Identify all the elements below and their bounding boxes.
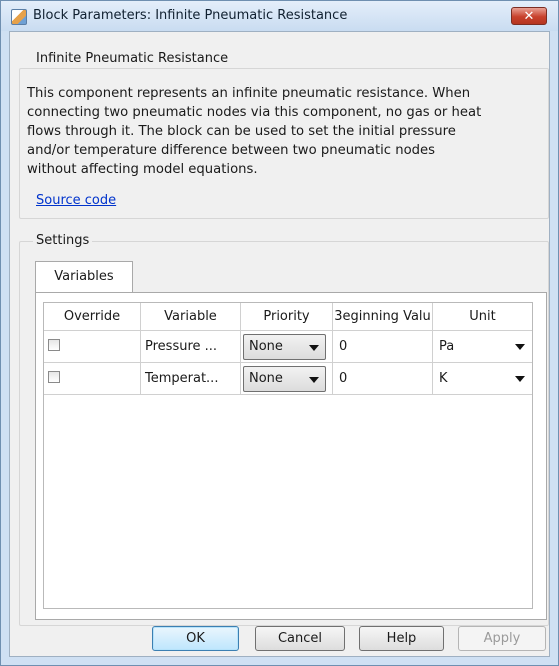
- chevron-down-icon: [515, 344, 525, 350]
- chevron-down-icon: [309, 377, 319, 383]
- close-icon: ✕: [523, 9, 535, 24]
- priority-value: None: [249, 371, 283, 386]
- unit-cell: K: [433, 363, 532, 395]
- unit-dropdown[interactable]: K: [433, 363, 532, 394]
- block-description: This component represents an infinite pn…: [27, 86, 482, 177]
- unit-value: K: [439, 371, 448, 386]
- variable-cell: Pressure ...: [141, 331, 241, 363]
- variables-table: Override Variable Priority 3eginning Val…: [43, 302, 533, 609]
- unit-dropdown[interactable]: Pa: [433, 331, 532, 362]
- cancel-button[interactable]: Cancel: [255, 626, 345, 651]
- priority-value: None: [249, 339, 283, 354]
- chevron-down-icon: [309, 345, 319, 351]
- description-group-title: Infinite Pneumatic Resistance: [33, 51, 232, 66]
- title-bar[interactable]: Block Parameters: Infinite Pneumatic Res…: [1, 1, 558, 31]
- column-header-beginning-value[interactable]: 3eginning Valu: [333, 303, 433, 331]
- table-row-override-cell: [44, 363, 141, 395]
- help-button[interactable]: Help: [359, 626, 444, 651]
- priority-cell: None: [241, 363, 333, 395]
- tab-variables[interactable]: Variables: [35, 261, 133, 293]
- settings-group-title: Settings: [33, 233, 93, 248]
- table-row-override-cell: [44, 331, 141, 363]
- priority-dropdown[interactable]: None: [243, 366, 326, 392]
- override-checkbox[interactable]: [48, 339, 60, 351]
- priority-cell: None: [241, 331, 333, 363]
- column-header-priority[interactable]: Priority: [241, 303, 333, 331]
- beginning-value-input[interactable]: 0: [333, 331, 433, 363]
- tab-variables-label: Variables: [54, 269, 114, 284]
- column-header-override[interactable]: Override: [44, 303, 141, 331]
- variable-cell: Temperat...: [141, 363, 241, 395]
- close-button[interactable]: ✕: [511, 7, 547, 25]
- unit-cell: Pa: [433, 331, 532, 363]
- unit-value: Pa: [439, 339, 455, 354]
- ok-button[interactable]: OK: [152, 626, 239, 651]
- priority-dropdown[interactable]: None: [243, 334, 326, 360]
- source-code-link[interactable]: Source code: [36, 193, 116, 208]
- column-header-unit[interactable]: Unit: [433, 303, 532, 331]
- apply-button[interactable]: Apply: [458, 626, 546, 651]
- simulink-block-icon: [11, 9, 27, 25]
- column-header-variable[interactable]: Variable: [141, 303, 241, 331]
- override-checkbox[interactable]: [48, 371, 60, 383]
- beginning-value-input[interactable]: 0: [333, 363, 433, 395]
- chevron-down-icon: [515, 376, 525, 382]
- window-title: Block Parameters: Infinite Pneumatic Res…: [33, 8, 348, 23]
